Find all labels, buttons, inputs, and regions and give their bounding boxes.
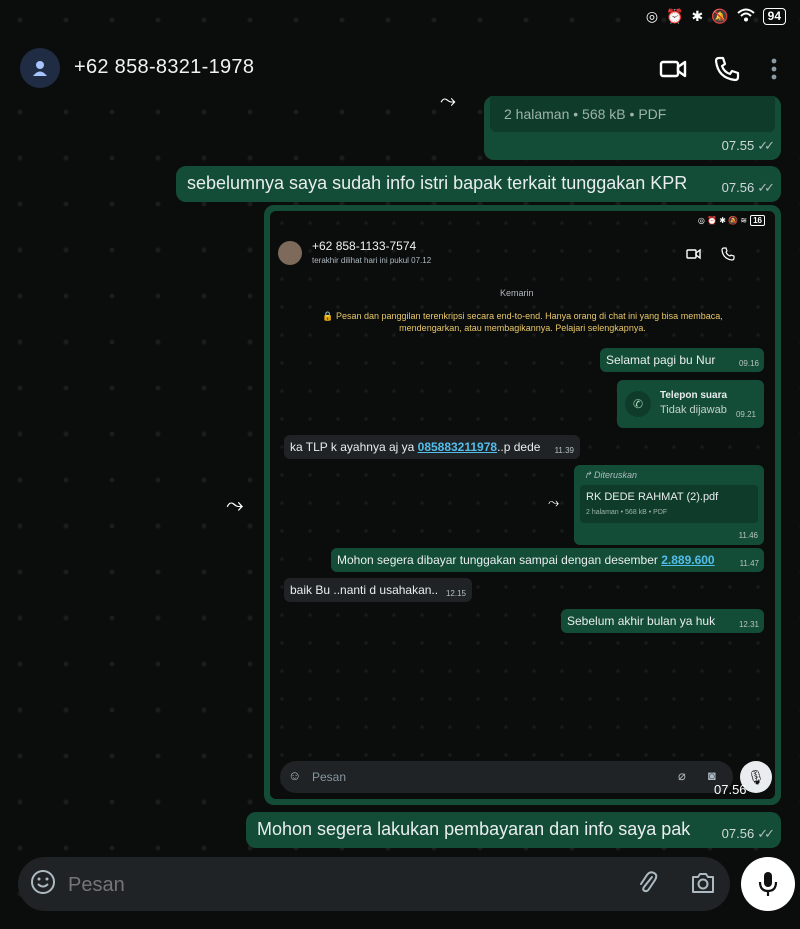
- image-message-bubble[interactable]: ◎ ⏰ ✱ 🔕 ≋ 16 +62 858-1133-7574 terakhir …: [264, 205, 781, 805]
- mini-video-icon: [686, 247, 702, 266]
- read-ticks-icon: ✓✓: [757, 138, 775, 153]
- mic-icon: [758, 872, 778, 896]
- more-options-icon[interactable]: [766, 54, 782, 84]
- emoji-icon[interactable]: [30, 869, 56, 900]
- message-input[interactable]: [66, 869, 610, 901]
- date-chip: Kemarin: [500, 288, 534, 298]
- image-time: 07.56: [714, 782, 747, 797]
- status-bar: ◎ ⏰ ✱ 🔕 94: [0, 0, 800, 36]
- mini-outgoing-message: Sebelum akhir bulan ya huk 12.31: [561, 609, 764, 633]
- message-text: sebelumnya saya sudah info istri bapak t…: [187, 173, 688, 193]
- mini-avatar: [278, 241, 302, 265]
- mini-call-message: ✆ Telepon suara Tidak dijawab 09.21: [617, 380, 764, 428]
- mini-outgoing-message: Selamat pagi bu Nur 09.16: [600, 348, 764, 372]
- avatar[interactable]: [20, 48, 60, 88]
- pdf-info: 2 halaman • 568 kB • PDF: [504, 106, 667, 122]
- missed-call-icon: ✆: [625, 391, 651, 417]
- voice-call-icon[interactable]: [712, 54, 742, 84]
- mini-last-seen: terakhir dilihat hari ini pukul 07.12: [312, 256, 432, 265]
- encryption-notice: 🔒 Pesan dan panggilan terenkripsi secara…: [322, 311, 723, 333]
- nfc-icon: ◎: [645, 8, 659, 24]
- outgoing-message[interactable]: Mohon segera lakukan pembayaran dan info…: [246, 812, 781, 848]
- pdf-preview[interactable]: 2 halaman • 568 kB • PDF: [490, 96, 775, 132]
- attach-icon[interactable]: [636, 871, 660, 902]
- camera-icon[interactable]: [690, 871, 716, 900]
- bluetooth-icon: ✱: [691, 8, 704, 24]
- screenshot-image[interactable]: ◎ ⏰ ✱ 🔕 ≋ 16 +62 858-1133-7574 terakhir …: [270, 211, 775, 799]
- read-ticks-icon: ✓✓: [757, 826, 775, 841]
- mini-attach-icon: ⌀: [678, 768, 686, 783]
- mini-outgoing-message: Mohon segera dibayar tunggakan sampai de…: [331, 548, 764, 572]
- mini-forward-icon: ⤳: [548, 494, 560, 510]
- message-meta: 07.56 ✓✓: [721, 180, 775, 195]
- mini-incoming-message: ka TLP k ayahnya aj ya 085883211978..p d…: [284, 435, 580, 459]
- mini-status-bar: ◎ ⏰ ✱ 🔕 ≋ 16: [698, 215, 765, 226]
- mini-camera-icon: ◙: [708, 768, 716, 783]
- mini-phone-icon: [721, 247, 735, 266]
- message-text: Mohon segera lakukan pembayaran dan info…: [257, 819, 691, 839]
- mini-input-bar: ☺ Pesan ⌀ ◙: [280, 761, 733, 793]
- wifi-icon: [736, 8, 755, 25]
- outgoing-message[interactable]: sebelumnya saya sudah info istri bapak t…: [176, 166, 781, 202]
- person-icon: [33, 61, 47, 76]
- forward-icon[interactable]: ⤳: [226, 492, 244, 518]
- message-input-bar: [18, 857, 730, 911]
- chat-header: +62 858-8321-1978: [0, 36, 800, 100]
- mute-icon: 🔕: [711, 8, 729, 24]
- read-ticks-icon: ✓✓: [757, 180, 775, 195]
- mini-forwarded-pdf: ↱ Diteruskan RK DEDE RAHMAT (2).pdf 2 ha…: [574, 465, 764, 545]
- contact-name[interactable]: +62 858-8321-1978: [74, 56, 254, 79]
- mini-incoming-message: baik Bu ..nanti d usahakan.. 12.15: [284, 578, 472, 602]
- battery-indicator: 94: [762, 8, 786, 25]
- mini-contact-name: +62 858-1133-7574: [312, 239, 417, 253]
- message-meta: 07.56 ✓✓: [721, 826, 775, 841]
- mini-emoji-icon: ☺: [288, 768, 302, 783]
- video-call-icon[interactable]: [658, 54, 688, 84]
- message-meta: 07.55 ✓✓: [721, 138, 775, 153]
- mic-button[interactable]: [741, 857, 795, 911]
- alarm-icon: ⏰: [666, 8, 684, 24]
- forward-icon[interactable]: ⤳: [440, 90, 456, 113]
- pdf-message-bubble[interactable]: 2 halaman • 568 kB • PDF 07.55 ✓✓: [484, 96, 781, 160]
